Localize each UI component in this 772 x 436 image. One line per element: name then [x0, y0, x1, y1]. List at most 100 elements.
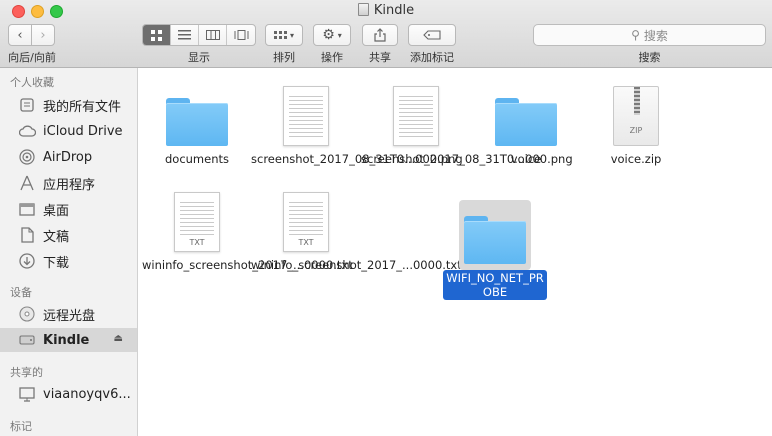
folder-icon: [464, 216, 526, 264]
file-name: screenshot_2017_08_31T0...000.png: [361, 152, 573, 166]
add-tag-label: 添加标记: [410, 51, 454, 64]
file-item-wifi-no-net-probe[interactable]: WIFI_NO_NET_PROBE: [440, 192, 550, 300]
text-document-icon: TXT: [283, 192, 329, 252]
cover-flow-icon: [234, 30, 248, 40]
documents-icon: [18, 226, 36, 244]
share-icon: [374, 28, 386, 42]
share-button[interactable]: [362, 24, 398, 46]
search-input[interactable]: ⚲ 搜索: [533, 24, 766, 46]
action-label: 操作: [321, 51, 343, 64]
search-icon: ⚲: [631, 28, 640, 42]
file-name: voice.zip: [610, 152, 662, 166]
folder-icon: [166, 98, 228, 146]
chevron-down-icon: ▾: [337, 30, 342, 40]
file-item-screenshot-2[interactable]: screenshot_2017_08_31T0...000.png: [361, 74, 573, 166]
sidebar-item-label: iCloud Drive: [43, 123, 123, 139]
view-mode-control: [142, 24, 256, 46]
tag-icon: [423, 30, 441, 40]
arrange-label: 排列: [273, 51, 295, 64]
computer-icon: [18, 385, 36, 403]
file-type-label: TXT: [175, 238, 219, 247]
file-type-label: ZIP: [629, 126, 643, 135]
file-item-wininfo-1[interactable]: TXT wininfo_screenshot_2017_...0000.txt: [142, 180, 353, 272]
chevron-left-icon: ‹: [17, 27, 23, 43]
zip-archive-icon: ZIP: [613, 86, 659, 146]
sidebar-item-label: 文稿: [43, 229, 70, 245]
disc-icon: [18, 305, 36, 323]
toolbar: Kindle ‹ › 向后/向前 显示 ▾ 排列 ⚙ ▾ 操作 共享 添加标记 …: [0, 0, 772, 68]
downloads-icon: [18, 252, 36, 270]
list-icon: [178, 30, 191, 40]
icon-view-button[interactable]: [143, 25, 171, 45]
file-name: screenshot_2017_08_31T0...000.png: [251, 152, 463, 166]
sidebar-header-tags: 标记: [10, 420, 32, 433]
gear-icon: ⚙: [322, 27, 335, 43]
sidebar-item-label: 远程光盘: [43, 308, 96, 324]
back-button[interactable]: ‹: [8, 24, 32, 46]
file-item-voice-zip[interactable]: ZIP voice.zip: [581, 74, 691, 166]
sidebar-item-airdrop[interactable]: AirDrop: [0, 145, 137, 169]
sidebar-item-kindle[interactable]: Kindle ⏏: [0, 328, 137, 352]
nav-label: 向后/向前: [8, 51, 56, 64]
sidebar-item-label: 桌面: [43, 203, 70, 219]
sidebar: 个人收藏 我的所有文件 iCloud Drive AirDrop 应用程序 桌面…: [0, 68, 138, 436]
forward-button[interactable]: ›: [31, 24, 55, 46]
sidebar-item-label: 下载: [43, 255, 70, 271]
sidebar-item-icloud-drive[interactable]: iCloud Drive: [0, 119, 137, 143]
eject-icon[interactable]: ⏏: [114, 333, 123, 344]
window-title-text: Kindle: [373, 3, 415, 18]
file-item-voice[interactable]: voice: [471, 74, 581, 166]
share-label: 共享: [369, 51, 391, 64]
airdrop-icon: [18, 148, 36, 166]
column-view-button[interactable]: [199, 25, 227, 45]
cover-flow-view-button[interactable]: [227, 25, 255, 45]
list-view-button[interactable]: [171, 25, 199, 45]
sidebar-item-downloads[interactable]: 下载: [0, 249, 137, 273]
sidebar-header-devices: 设备: [10, 286, 32, 299]
window-title: Kindle: [0, 3, 772, 18]
chevron-down-icon: ▾: [289, 30, 294, 40]
image-thumbnail-icon: [393, 86, 439, 146]
grid-icon: [151, 29, 162, 41]
text-document-icon: TXT: [174, 192, 220, 252]
sidebar-item-applications[interactable]: 应用程序: [0, 171, 137, 195]
file-name: wininfo_screenshot_2017_...0000.txt: [251, 258, 462, 272]
cloud-icon: [18, 122, 36, 140]
columns-icon: [205, 30, 220, 40]
add-tag-button[interactable]: [408, 24, 456, 46]
sidebar-item-label: Kindle: [43, 332, 90, 348]
search-label: 搜索: [638, 51, 661, 64]
sidebar-item-label: 我的所有文件: [43, 99, 122, 115]
applications-icon: [18, 174, 36, 192]
sidebar-header-shared: 共享的: [10, 366, 43, 379]
sidebar-item-all-files[interactable]: 我的所有文件: [0, 93, 137, 117]
action-button[interactable]: ⚙ ▾: [313, 24, 351, 46]
file-item-wininfo-2[interactable]: TXT wininfo_screenshot_2017_...0000.txt: [251, 180, 462, 272]
sidebar-item-remote-disc[interactable]: 远程光盘: [0, 302, 137, 326]
drive-icon: [18, 331, 36, 349]
arrange-grid-icon: [273, 30, 287, 39]
image-thumbnail-icon: [283, 86, 329, 146]
sidebar-item-label: 应用程序: [43, 177, 96, 193]
file-name: wininfo_screenshot_2017_...0000.txt: [142, 258, 353, 272]
sidebar-item-documents[interactable]: 文稿: [0, 223, 137, 247]
sidebar-item-label: viaanoyqv6...: [43, 386, 131, 402]
sidebar-item-desktop[interactable]: 桌面: [0, 197, 137, 221]
file-name: voice: [510, 152, 542, 166]
view-label: 显示: [188, 51, 210, 64]
all-files-icon: [18, 96, 36, 114]
sidebar-header-favorites: 个人收藏: [10, 76, 54, 89]
chevron-right-icon: ›: [40, 27, 46, 43]
sidebar-item-label: AirDrop: [43, 149, 93, 165]
drive-icon: [357, 3, 369, 16]
file-name: WIFI_NO_NET_PROBE: [443, 270, 547, 300]
folder-icon: [495, 98, 557, 146]
file-item-documents[interactable]: documents: [142, 74, 252, 166]
desktop-icon: [18, 200, 36, 218]
arrange-button[interactable]: ▾: [265, 24, 303, 46]
file-browser: documents screenshot_2017_08_31T0...000.…: [139, 68, 772, 436]
file-item-screenshot-1[interactable]: screenshot_2017_08_31T0...000.png: [251, 74, 463, 166]
sidebar-item-shared-computer[interactable]: viaanoyqv6...: [0, 382, 137, 406]
file-type-label: TXT: [284, 238, 328, 247]
file-name: documents: [164, 152, 229, 166]
